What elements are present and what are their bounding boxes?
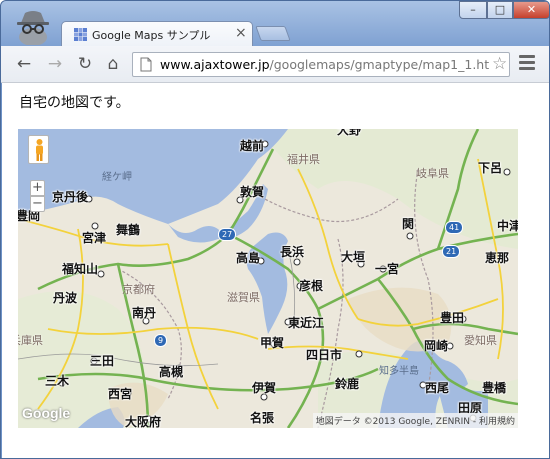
map-label: 福井県 — [287, 153, 320, 166]
minimize-icon: – — [470, 3, 476, 16]
map-label: 高島 — [236, 251, 261, 265]
new-tab-button[interactable] — [255, 26, 291, 41]
route-shield: 41 — [445, 221, 464, 234]
reload-button[interactable]: ↻ — [74, 53, 96, 75]
map-label: 大阪府 — [125, 415, 162, 428]
map-label: 岐阜県 — [416, 167, 449, 180]
address-bar[interactable]: www.ajaxtower.jp/googlemaps/gmaptype/map… — [132, 52, 510, 77]
map-label: 大垣 — [341, 250, 366, 264]
forward-button[interactable]: → — [44, 53, 66, 75]
menu-icon[interactable] — [519, 55, 535, 71]
map-label: 三田 — [90, 354, 115, 368]
map-label: 西尾 — [425, 381, 450, 395]
map-label: 長浜 — [280, 245, 305, 259]
map-label: 甲賀 — [260, 336, 285, 350]
tab-close-icon[interactable]: × — [235, 25, 247, 41]
browser-window: Google Maps サンプル × – □ ✕ ← → ↻ ⌂ www.aja… — [0, 0, 550, 459]
page-icon — [140, 57, 152, 72]
map-label: 滋賀県 — [227, 291, 260, 304]
map-label: 南丹 — [132, 306, 157, 320]
google-maps-favicon — [74, 28, 87, 41]
map-label: 敦賀 — [240, 185, 265, 199]
url-text[interactable]: www.ajaxtower.jp/googlemaps/gmaptype/map… — [160, 57, 489, 72]
map-label: 名張 — [250, 411, 275, 425]
map-label: 一宮 — [375, 262, 400, 276]
reload-icon: ↻ — [77, 54, 93, 74]
route-shield: 27 — [218, 228, 237, 241]
map-label: 京都府 — [122, 283, 155, 296]
map-label: 兵庫県 — [18, 334, 43, 347]
pegman-icon — [36, 139, 43, 161]
browser-toolbar: ← → ↻ ⌂ www.ajaxtower.jp/googlemaps/gmap… — [1, 46, 549, 83]
minimize-button[interactable]: – — [459, 1, 487, 19]
route-shield: 9 — [154, 334, 168, 347]
url-host: www.ajaxtower.jp — [160, 57, 270, 72]
map-label: 伊賀 — [252, 381, 277, 395]
map-label: 宮津 — [82, 231, 107, 245]
map-label: 京丹後 — [52, 190, 89, 204]
tab-title: Google Maps サンプル — [92, 29, 211, 42]
route-shield: 21 — [442, 245, 461, 258]
terms-link[interactable]: 利用規約 — [479, 417, 515, 427]
map-label: 知多半島 — [379, 366, 419, 377]
home-button[interactable]: ⌂ — [102, 53, 124, 75]
back-arrow-icon: ← — [16, 54, 32, 74]
back-button[interactable]: ← — [13, 53, 35, 75]
map-label: 高槻 — [159, 365, 184, 379]
google-logo[interactable]: Google — [22, 405, 70, 421]
incognito-icon — [17, 11, 49, 45]
maximize-button[interactable]: □ — [487, 1, 513, 19]
page-heading: 自宅の地図です。 — [19, 95, 130, 111]
home-icon: ⌂ — [107, 54, 119, 74]
map-label: 彦根 — [299, 279, 324, 293]
attribution-text: 地図データ ©2013 Google, ZENRIN - — [315, 417, 479, 427]
map-label: 中津 — [497, 219, 518, 233]
zoom-in-button[interactable]: + — [30, 180, 45, 196]
map-label: 豊橋 — [482, 381, 507, 395]
map-label: 経ケ岬 — [102, 172, 132, 183]
map-label: 恵那 — [485, 251, 510, 265]
map-label: 越前 — [240, 139, 265, 153]
close-icon: ✕ — [526, 3, 537, 16]
map-label: 三木 — [45, 374, 70, 388]
map-label: 豊田 — [440, 311, 465, 325]
url-path: /googlemaps/gmaptype/map1_1.ht — [269, 57, 490, 72]
page-content: 自宅の地図です。 27 9 41 21 大野 越前 福井県 岐阜県 下呂 経ケ岬… — [1, 83, 549, 458]
map-label: 大野 — [337, 129, 362, 137]
close-window-button[interactable]: ✕ — [513, 1, 549, 19]
map-label: 関 — [402, 217, 415, 231]
map-label: 四日市 — [306, 348, 343, 362]
map-label: 福知山 — [62, 262, 99, 276]
map-label: 下呂 — [478, 161, 503, 175]
forward-arrow-icon: → — [47, 54, 63, 74]
map-label: 岡崎 — [424, 339, 449, 353]
map-label: 舞鶴 — [116, 223, 141, 237]
maximize-icon: □ — [494, 3, 506, 16]
map-label: 東近江 — [288, 316, 325, 330]
map-label: 愛知県 — [464, 334, 497, 347]
map-label: 鈴鹿 — [335, 377, 360, 391]
map-canvas[interactable]: 27 9 41 21 大野 越前 福井県 岐阜県 下呂 経ケ岬 京丹後 敦賀 豊… — [18, 129, 518, 428]
map-attribution: 地図データ ©2013 Google, ZENRIN - 利用規約 — [312, 413, 518, 428]
street-view-pegman[interactable] — [28, 135, 49, 164]
map-label: 丹波 — [53, 291, 78, 305]
zoom-out-button[interactable]: − — [30, 196, 45, 212]
tab-strip: Google Maps サンプル × – □ ✕ — [1, 1, 549, 47]
tab-google-maps[interactable]: Google Maps サンプル × — [61, 21, 253, 47]
map-label: 西宮 — [108, 387, 133, 401]
star-icon[interactable]: ☆ — [492, 54, 507, 74]
